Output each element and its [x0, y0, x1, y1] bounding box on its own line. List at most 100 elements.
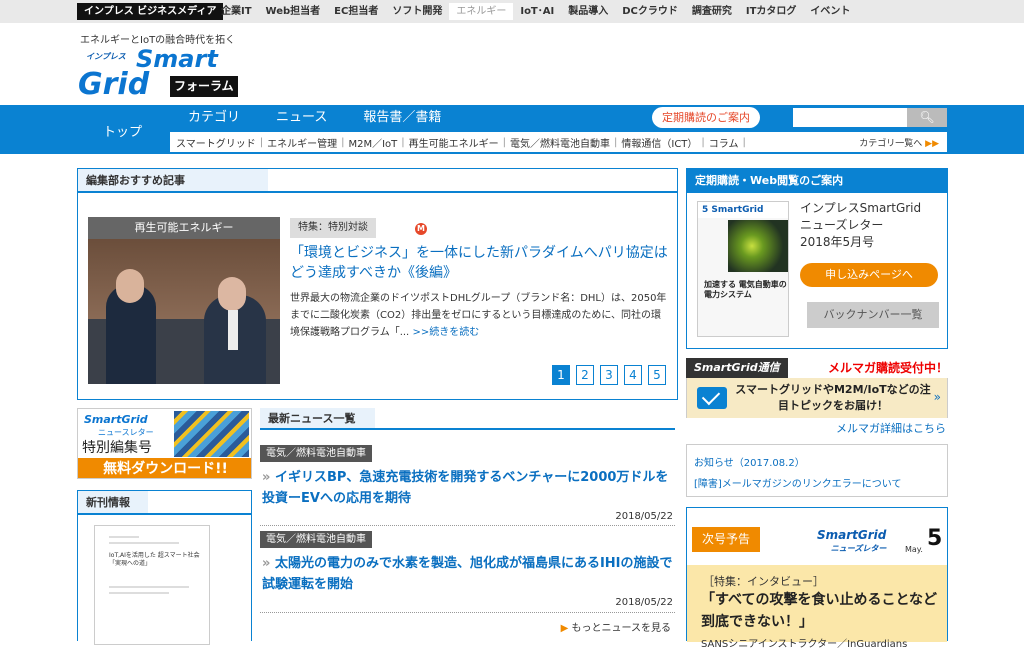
nav-tab-reports[interactable]: 報告書／書籍: [345, 107, 459, 129]
featured-tag: 特集：特別対談: [290, 218, 376, 238]
search-icon: 🔍︎: [919, 110, 935, 124]
cover-text: 加速する 電気自動車の 電力システム: [704, 280, 787, 299]
news-item: 電気／燃料電池自動車 » 太陽光の電力のみで水素を製造、旭化成が福島県にあるIH…: [260, 531, 675, 608]
media-link-energy[interactable]: エネルギー: [449, 3, 514, 20]
media-link-enterprise-it[interactable]: 企業IT: [214, 3, 259, 20]
media-link-software[interactable]: ソフト開発: [385, 3, 449, 20]
publication-cover[interactable]: IoT,AIを活用した 超スマート社会「実現への道」: [94, 525, 210, 645]
logo-impress: インプレス: [86, 52, 126, 61]
mailmag-banner[interactable]: SmartGrid通信 メルマガ購読受付中！ スマートグリッドやM2M/IoTな…: [686, 358, 948, 418]
new-publications-heading: 新刊情報: [78, 491, 251, 515]
search-button[interactable]: 🔍︎: [907, 108, 947, 127]
news-date: 2018/05/22: [615, 597, 673, 608]
nav-home[interactable]: トップ: [103, 121, 142, 140]
mailmag-headline: メルマガ購読受付中！: [827, 361, 948, 375]
mailmag-body: スマートグリッドやM2M/IoTなどの注目トピックをお届け！ »: [686, 378, 948, 418]
subcat-ev-fcv[interactable]: 電気／燃料電池自動車: [510, 135, 610, 150]
top-media-bar: インプレス ビジネスメディア 企業IT Web担当者 EC担当者 ソフト開発 エ…: [0, 0, 1024, 23]
subscription-info: 定期購読・Web閲覧のご案内 5 SmartGrid 加速する 電気自動車の 電…: [686, 168, 948, 349]
featured-category-caption: 再生可能エネルギー: [88, 217, 280, 239]
notice-date[interactable]: お知らせ（2017.08.2）: [694, 454, 805, 469]
latest-news-heading: 最新ニュース一覧: [260, 408, 675, 430]
nav-tabs: カテゴリ ニュース 報告書／書籍: [170, 107, 459, 129]
news-category[interactable]: 電気／燃料電池自動車: [260, 445, 372, 462]
nav-tab-news[interactable]: ニュース: [258, 107, 345, 129]
notice-link[interactable]: [障害]メールマガジンのリンクエラーについて: [694, 475, 902, 490]
featured-article-image[interactable]: 再生可能エネルギー: [88, 217, 280, 384]
cover-line: [109, 586, 189, 588]
special-edition-banner[interactable]: SmartGrid ニュースレター 特別編集号 無料ダウンロード!!: [77, 408, 252, 479]
subcat-m2m-iot[interactable]: M2M／IoT: [348, 135, 397, 150]
category-list-link[interactable]: カテゴリ一覧へ ▶▶: [859, 136, 947, 149]
latest-news: 最新ニュース一覧 電気／燃料電池自動車 » イギリスBP、急速充電技術を開発する…: [260, 408, 675, 641]
news-title-link[interactable]: » 太陽光の電力のみで水素を製造、旭化成が福島県にあるIHIの施設で試験運転を開…: [260, 553, 675, 595]
nav-tab-category[interactable]: カテゴリ: [170, 107, 258, 129]
next-issue-content: ［特集：インタビュー］ 「すべての攻撃を食い止めることなど到底できない！」 SA…: [687, 565, 947, 650]
cover-line: [109, 592, 169, 594]
banner-cover-graphic: [174, 411, 249, 457]
site-tagline: エネルギーとIoTの融合時代を拓く: [80, 35, 236, 46]
media-link-research[interactable]: 調査研究: [685, 3, 739, 20]
page-3[interactable]: 3: [600, 365, 618, 385]
backnumber-button[interactable]: バックナンバー一覧: [807, 302, 939, 328]
newsletter-title: インプレスSmartGrid ニューズレター 2018年5月号: [800, 201, 922, 249]
impress-business-media-link[interactable]: インプレス ビジネスメディア: [77, 3, 224, 20]
photo-shirt: [228, 310, 238, 350]
news-title-link[interactable]: » イギリスBP、急速充電技術を開発するベンチャーに2000万ドルを投資ーEVへ…: [260, 467, 675, 509]
apply-page-button[interactable]: 申し込みページへ: [800, 263, 938, 287]
page-1[interactable]: 1: [552, 365, 570, 385]
next-issue-logo: SmartGrid ニューズレター: [817, 528, 887, 553]
news-item: 電気／燃料電池自動車 » イギリスBP、急速充電技術を開発するベンチャーに200…: [260, 445, 675, 522]
featured-title-link[interactable]: 「環境とビジネス」を一体にした新パラダイムへパリ協定はどう達成すべきか《後編》: [290, 243, 670, 283]
site-logo[interactable]: インプレス Smart Grid フォーラム: [78, 45, 253, 102]
new-publications: 新刊情報 IoT,AIを活用した 超スマート社会「実現への道」: [77, 490, 252, 645]
mailmag-details-link[interactable]: メルマガ詳細はこちら: [836, 420, 946, 436]
subcat-energy-management[interactable]: エネルギー管理: [267, 135, 337, 150]
featured-summary: 世界最大の物流企業のドイツポストDHLグループ（ブランド名：DHL）は、2050…: [290, 293, 667, 338]
news-category[interactable]: 電気／燃料電池自動車: [260, 531, 372, 548]
search-input[interactable]: [793, 108, 907, 127]
media-site-nav: 企業IT Web担当者 EC担当者 ソフト開発 エネルギー IoT･AI 製品導…: [214, 3, 857, 20]
member-icon: M: [415, 223, 427, 235]
triangle-right-icon: ▶: [560, 623, 569, 634]
subcat-smartgrid[interactable]: スマートグリッド: [176, 135, 256, 150]
next-issue-month: May.: [905, 545, 923, 554]
photo-head-right: [218, 277, 246, 311]
divider: |: [701, 136, 705, 148]
next-issue-preview[interactable]: 次号予告 SmartGrid ニューズレター May. 5 ［特集：インタビュー］…: [686, 507, 948, 650]
media-link-iot-ai[interactable]: IoT･AI: [513, 3, 561, 20]
double-chevron-right-icon: ▶▶: [925, 138, 939, 149]
banner-title: 特別編集号: [82, 440, 152, 456]
banner-logo: SmartGrid: [84, 413, 148, 426]
media-link-web[interactable]: Web担当者: [259, 3, 328, 20]
media-link-events[interactable]: イベント: [803, 3, 857, 20]
recommended-articles: 編集部おすすめ記事 再生可能エネルギー 特集：特別対談 M 「環境とビジネス」を…: [77, 168, 678, 400]
news-date: 2018/05/22: [615, 511, 673, 522]
free-download-button[interactable]: 無料ダウンロード!!: [78, 458, 251, 478]
subscription-heading: 定期購読・Web閲覧のご案内: [687, 169, 947, 193]
media-link-ec[interactable]: EC担当者: [327, 3, 385, 20]
logo-grid: Grid: [78, 67, 150, 102]
mail-icon: [697, 387, 727, 409]
cover-title: IoT,AIを活用した 超スマート社会「実現への道」: [109, 552, 200, 567]
page-4[interactable]: 4: [624, 365, 642, 385]
media-link-it-catalog[interactable]: ITカタログ: [739, 3, 804, 20]
subscription-guide-button[interactable]: 定期購読のご案内: [652, 107, 760, 128]
subcat-ict[interactable]: 情報通信（ICT）: [621, 135, 697, 150]
recommended-heading: 編集部おすすめ記事: [78, 169, 677, 193]
page-5[interactable]: 5: [648, 365, 666, 385]
more-news-link[interactable]: ▶ もっとニュースを見る: [561, 619, 671, 634]
divider: |: [614, 136, 618, 148]
media-link-dc-cloud[interactable]: DCクラウド: [615, 3, 685, 20]
read-more-link[interactable]: >>続きを読む: [412, 327, 479, 338]
mailmag-top: SmartGrid通信 メルマガ購読受付中！: [686, 358, 948, 378]
next-issue-number: 5: [927, 526, 943, 551]
newsletter-cover[interactable]: 5 SmartGrid 加速する 電気自動車の 電力システム: [697, 201, 789, 337]
cover-image: [728, 220, 788, 272]
divider: |: [401, 136, 405, 148]
page-2[interactable]: 2: [576, 365, 594, 385]
chevron-right-icon: »: [262, 470, 275, 485]
subcat-renewable[interactable]: 再生可能エネルギー: [409, 135, 499, 150]
subcat-column[interactable]: コラム: [709, 135, 739, 150]
media-link-products[interactable]: 製品導入: [561, 3, 615, 20]
